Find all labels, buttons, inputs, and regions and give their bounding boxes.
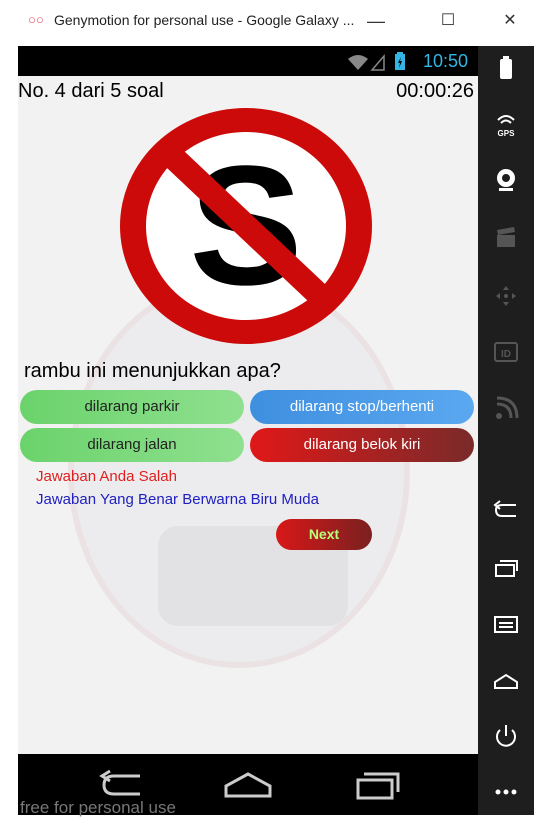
battery-status-icon [395, 52, 405, 70]
free-use-watermark: free for personal use [20, 798, 176, 817]
wifi-signal-icon [348, 53, 385, 71]
window-title: Genymotion for personal use - Google Gal… [54, 12, 355, 28]
clapper-icon[interactable] [492, 224, 520, 252]
id-icon[interactable]: ID [492, 338, 520, 366]
svg-text:GPS: GPS [498, 129, 516, 138]
next-button[interactable]: Next [276, 519, 372, 550]
answer-option-4[interactable]: dilarang belok kiri [250, 428, 474, 462]
dpad-icon[interactable] [492, 282, 520, 310]
answer-option-3[interactable]: dilarang jalan [20, 428, 244, 462]
cast-icon[interactable] [492, 394, 520, 422]
home-icon[interactable] [492, 666, 520, 694]
question-text: rambu ini menunjukkan apa? [24, 360, 281, 382]
battery-icon[interactable] [492, 54, 520, 82]
more-icon[interactable] [492, 778, 520, 806]
svg-text:ID: ID [501, 349, 511, 360]
no-parking-sign-image: S [120, 108, 372, 344]
answer-option-2[interactable]: dilarang stop/berhenti [250, 390, 474, 424]
gps-icon[interactable]: GPS [492, 110, 520, 138]
answer-option-1[interactable]: dilarang parkir [20, 390, 244, 424]
feedback-correct: Jawaban Yang Benar Berwarna Biru Muda [36, 491, 319, 508]
webcam-icon[interactable] [492, 166, 520, 194]
genymotion-sidebar: GPS ID [478, 46, 534, 815]
nav-back-icon[interactable] [96, 768, 156, 802]
close-button[interactable]: ✕ [490, 6, 530, 36]
question-counter: No. 4 dari 5 soal [18, 80, 164, 102]
maximize-button[interactable]: ☐ [428, 6, 468, 36]
nav-recents-icon[interactable] [348, 768, 408, 802]
app-screen: No. 4 dari 5 soal 00:00:26 S rambu ini m… [18, 76, 478, 754]
nav-home-icon[interactable] [218, 768, 278, 802]
power-icon[interactable] [492, 722, 520, 750]
device-frame: 10:50 No. 4 dari 5 soal 00:00:26 S rambu… [18, 46, 478, 817]
android-navbar: free for personal use [18, 754, 478, 817]
window-titlebar: ○○ Genymotion for personal use - Google … [0, 0, 534, 42]
status-bar: 10:50 [18, 46, 478, 76]
status-clock: 10:50 [422, 51, 468, 71]
genymotion-logo: ○○ [28, 12, 44, 27]
quiz-timer: 00:00:26 [396, 80, 474, 102]
recents-icon[interactable] [492, 554, 520, 582]
feedback-wrong: Jawaban Anda Salah [36, 468, 177, 485]
back-icon[interactable] [492, 496, 520, 524]
menu-icon[interactable] [492, 610, 520, 638]
minimize-button[interactable]: — [356, 6, 396, 36]
